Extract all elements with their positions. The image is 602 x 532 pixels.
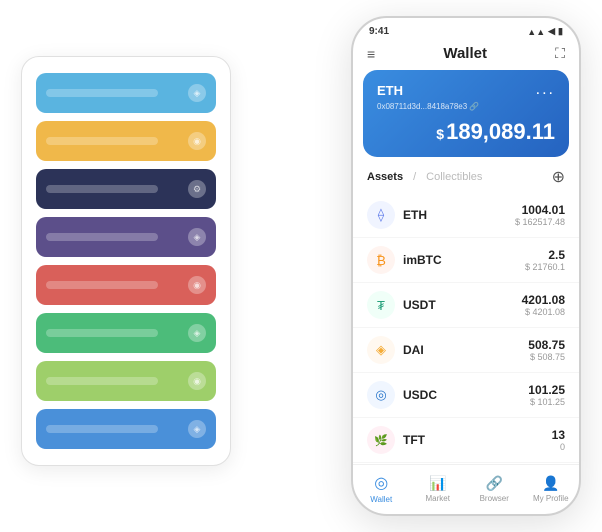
card-icon: ◉ <box>188 372 206 390</box>
bottom-nav: ◎ Wallet 📊 Market 🔗 Browser 👤 My Profile <box>353 464 579 514</box>
assets-tabs: Assets / Collectibles <box>367 171 482 183</box>
asset-values-eth: 1004.01 $ 162517.48 <box>515 203 565 227</box>
asset-values-tft: 13 0 <box>552 428 565 452</box>
status-bar: 9:41 ▲▲ ◀ ▮ <box>353 18 579 41</box>
eth-amount: 1004.01 <box>515 203 565 217</box>
scene: ◈ ◉ ⚙ ◈ ◉ ◈ ◉ ◈ <box>21 16 581 516</box>
battery-icon: ▮ <box>558 26 563 37</box>
asset-row-tft[interactable]: 🌿 TFT 13 0 <box>353 418 579 463</box>
nav-item-browser[interactable]: 🔗 Browser <box>472 475 516 503</box>
usdt-icon: ₮ <box>367 291 395 319</box>
dai-usd: $ 508.75 <box>528 352 565 362</box>
asset-row-eth[interactable]: ⟠ ETH 1004.01 $ 162517.48 <box>353 193 579 238</box>
profile-nav-label: My Profile <box>533 494 569 503</box>
currency-symbol: $ <box>436 126 444 142</box>
assets-header: Assets / Collectibles ⊕ <box>353 167 579 193</box>
status-time: 9:41 <box>369 26 389 37</box>
tab-assets[interactable]: Assets <box>367 171 403 183</box>
asset-name-usdt: USDT <box>403 298 522 312</box>
eth-card-top: ETH ... <box>377 82 555 98</box>
market-nav-label: Market <box>426 494 450 503</box>
wifi-icon: ◀ <box>548 26 555 37</box>
imbtc-amount: 2.5 <box>525 248 565 262</box>
asset-values-usdt: 4201.08 $ 4201.08 <box>522 293 565 317</box>
profile-nav-icon: 👤 <box>542 475 559 492</box>
list-item[interactable]: ◈ <box>36 313 216 353</box>
asset-values-imbtc: 2.5 $ 21760.1 <box>525 248 565 272</box>
card-icon: ◉ <box>188 132 206 150</box>
asset-name-tft: TFT <box>403 433 552 447</box>
expand-icon[interactable]: ⛶ <box>555 45 565 62</box>
phone-header: ≡ Wallet ⛶ <box>353 41 579 70</box>
nav-item-profile[interactable]: 👤 My Profile <box>529 475 573 503</box>
asset-values-dai: 508.75 $ 508.75 <box>528 338 565 362</box>
imbtc-usd: $ 21760.1 <box>525 262 565 272</box>
eth-balance: $189,089.11 <box>377 119 555 145</box>
market-nav-icon: 📊 <box>429 475 446 492</box>
list-item[interactable]: ◈ <box>36 409 216 449</box>
eth-usd: $ 162517.48 <box>515 217 565 227</box>
menu-icon[interactable]: ≡ <box>367 46 375 62</box>
eth-card[interactable]: ETH ... 0x08711d3d...8418a78e3 🔗 $189,08… <box>363 70 569 157</box>
tft-icon: 🌿 <box>367 426 395 454</box>
list-item[interactable]: ⚙ <box>36 169 216 209</box>
wallet-nav-icon: ◎ <box>374 473 388 493</box>
usdc-amount: 101.25 <box>528 383 565 397</box>
add-asset-button[interactable]: ⊕ <box>552 167 565 187</box>
nav-item-market[interactable]: 📊 Market <box>416 475 460 503</box>
tft-amount: 13 <box>552 428 565 442</box>
imbtc-icon: ₿ <box>367 246 395 274</box>
signal-icon: ▲▲ <box>527 27 545 37</box>
usdc-icon: ◎ <box>367 381 395 409</box>
browser-nav-icon: 🔗 <box>486 475 503 492</box>
nav-item-wallet[interactable]: ◎ Wallet <box>359 473 403 504</box>
list-item[interactable]: ◉ <box>36 121 216 161</box>
eth-address: 0x08711d3d...8418a78e3 🔗 <box>377 102 555 111</box>
eth-card-menu[interactable]: ... <box>536 82 555 98</box>
eth-card-label: ETH <box>377 83 403 98</box>
card-icon: ◈ <box>188 324 206 342</box>
dai-icon: ◈ <box>367 336 395 364</box>
asset-name-usdc: USDC <box>403 388 528 402</box>
list-item[interactable]: ◈ <box>36 73 216 113</box>
asset-name-eth: ETH <box>403 208 515 222</box>
tab-separator: / <box>413 171 416 183</box>
tft-usd: 0 <box>552 442 565 452</box>
browser-nav-label: Browser <box>480 494 509 503</box>
list-item[interactable]: ◈ <box>36 217 216 257</box>
card-icon: ◈ <box>188 420 206 438</box>
list-item[interactable]: ◉ <box>36 265 216 305</box>
phone-frame: 9:41 ▲▲ ◀ ▮ ≡ Wallet ⛶ ETH ... 0x08711d3… <box>351 16 581 516</box>
asset-name-dai: DAI <box>403 343 528 357</box>
status-icons: ▲▲ ◀ ▮ <box>527 26 563 37</box>
dai-amount: 508.75 <box>528 338 565 352</box>
usdt-amount: 4201.08 <box>522 293 565 307</box>
asset-row-imbtc[interactable]: ₿ imBTC 2.5 $ 21760.1 <box>353 238 579 283</box>
card-icon: ◈ <box>188 84 206 102</box>
asset-values-usdc: 101.25 $ 101.25 <box>528 383 565 407</box>
usdt-usd: $ 4201.08 <box>522 307 565 317</box>
eth-icon: ⟠ <box>367 201 395 229</box>
asset-list: ⟠ ETH 1004.01 $ 162517.48 ₿ imBTC 2.5 $ … <box>353 193 579 464</box>
usdc-usd: $ 101.25 <box>528 397 565 407</box>
tab-collectibles[interactable]: Collectibles <box>426 171 482 183</box>
wallet-nav-label: Wallet <box>370 495 392 504</box>
card-icon: ⚙ <box>188 180 206 198</box>
asset-row-usdc[interactable]: ◎ USDC 101.25 $ 101.25 <box>353 373 579 418</box>
asset-name-imbtc: imBTC <box>403 253 525 267</box>
card-icon: ◈ <box>188 228 206 246</box>
asset-row-dai[interactable]: ◈ DAI 508.75 $ 508.75 <box>353 328 579 373</box>
asset-row-usdt[interactable]: ₮ USDT 4201.08 $ 4201.08 <box>353 283 579 328</box>
page-title: Wallet <box>443 45 487 62</box>
list-item[interactable]: ◉ <box>36 361 216 401</box>
card-stack: ◈ ◉ ⚙ ◈ ◉ ◈ ◉ ◈ <box>21 56 231 466</box>
card-icon: ◉ <box>188 276 206 294</box>
